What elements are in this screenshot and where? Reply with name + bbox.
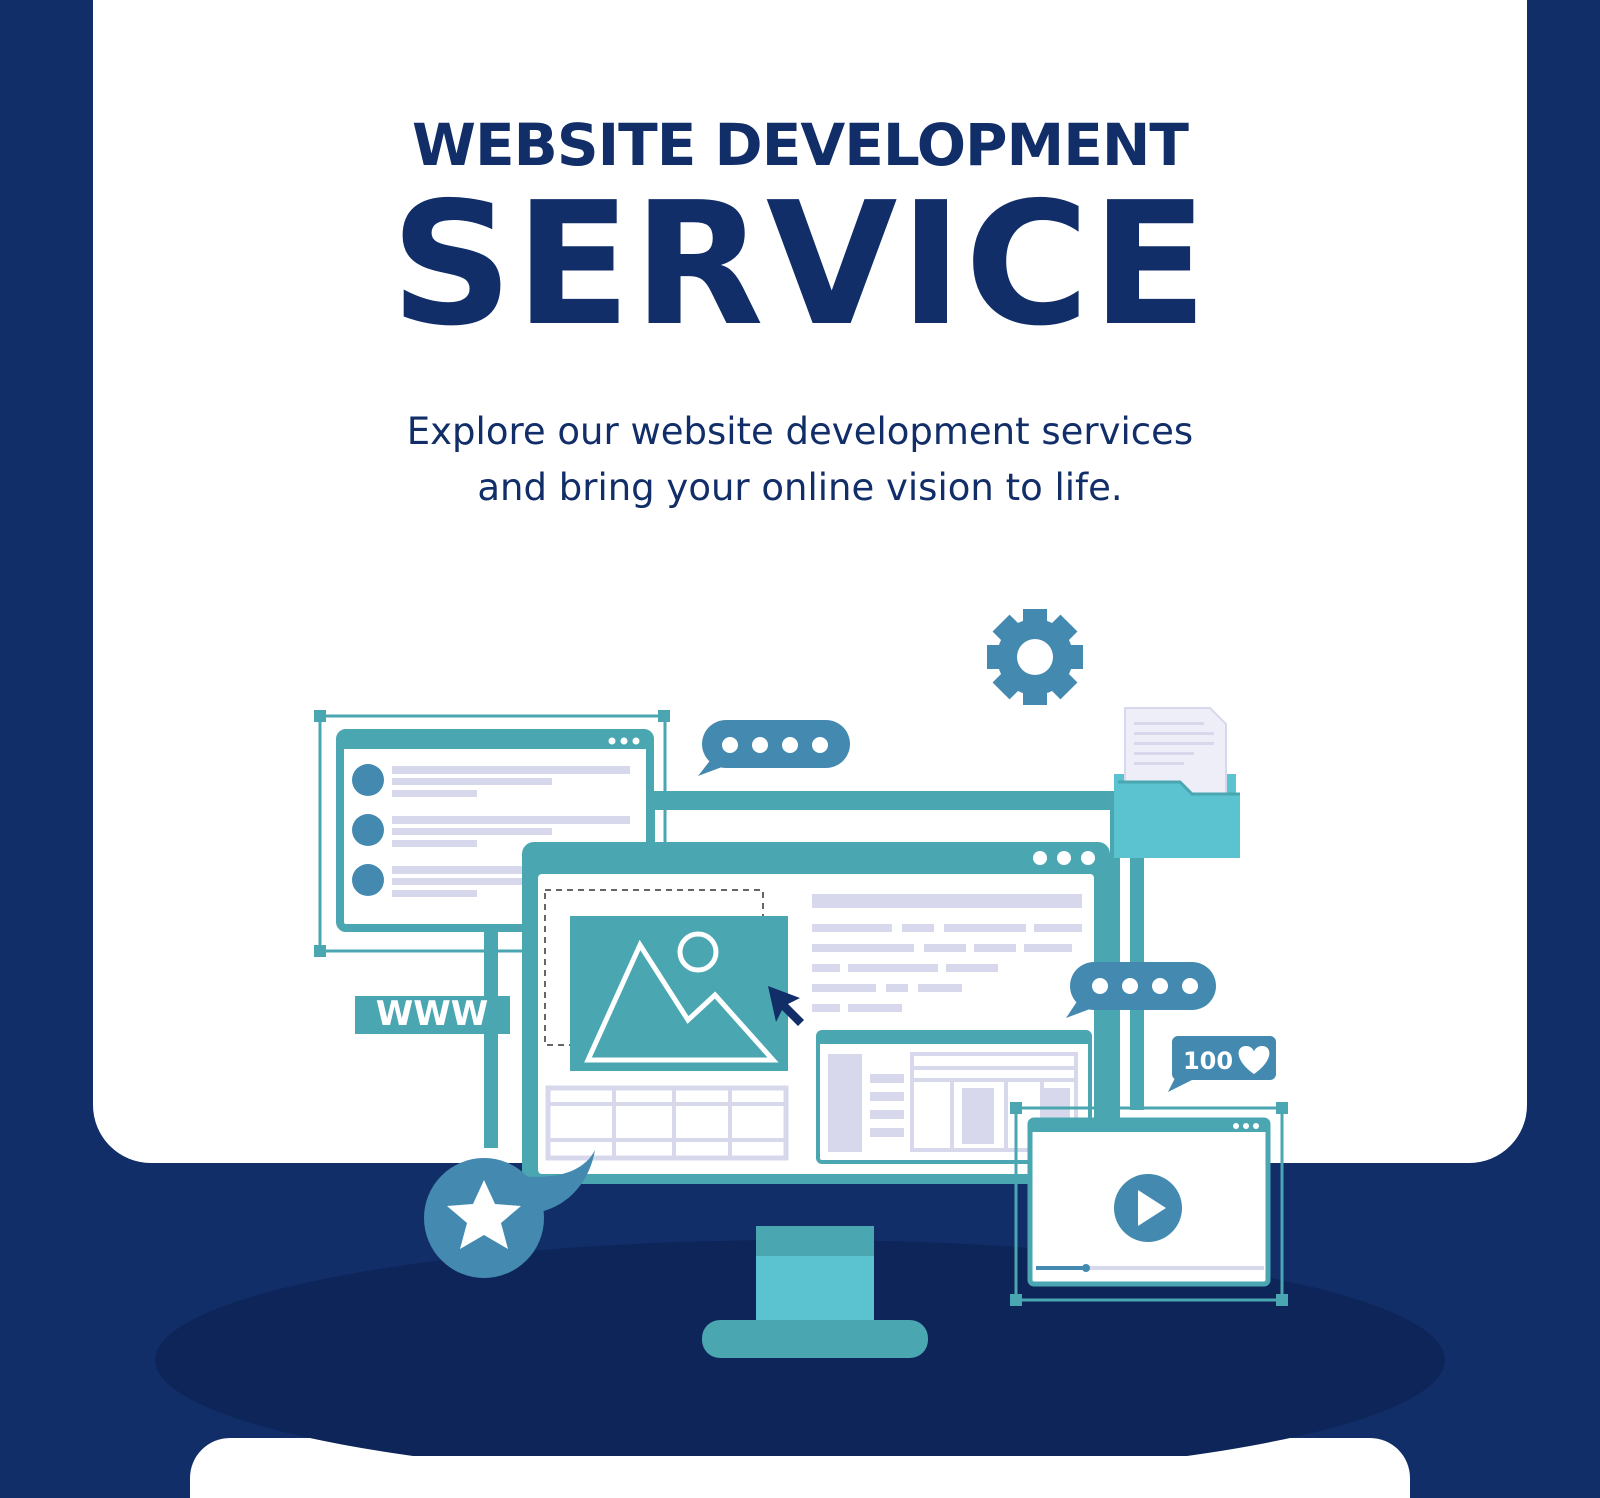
video-window bbox=[1010, 1102, 1288, 1306]
list-avatar-icon bbox=[352, 864, 384, 896]
web-development-illustration: WWW 100 bbox=[155, 609, 1445, 1456]
likes-badge: 100 bbox=[1168, 1036, 1276, 1092]
list-avatar-icon bbox=[352, 814, 384, 846]
folder-icon bbox=[1114, 707, 1240, 858]
likes-count: 100 bbox=[1183, 1047, 1233, 1075]
main-monitor bbox=[522, 842, 1110, 1184]
small-gear-icon bbox=[987, 609, 1083, 705]
www-tag: WWW bbox=[355, 994, 510, 1034]
image-placeholder-icon bbox=[570, 916, 788, 1071]
list-avatar-icon bbox=[352, 764, 384, 796]
chat-bubble-icon bbox=[698, 720, 850, 776]
www-label: WWW bbox=[376, 994, 489, 1034]
